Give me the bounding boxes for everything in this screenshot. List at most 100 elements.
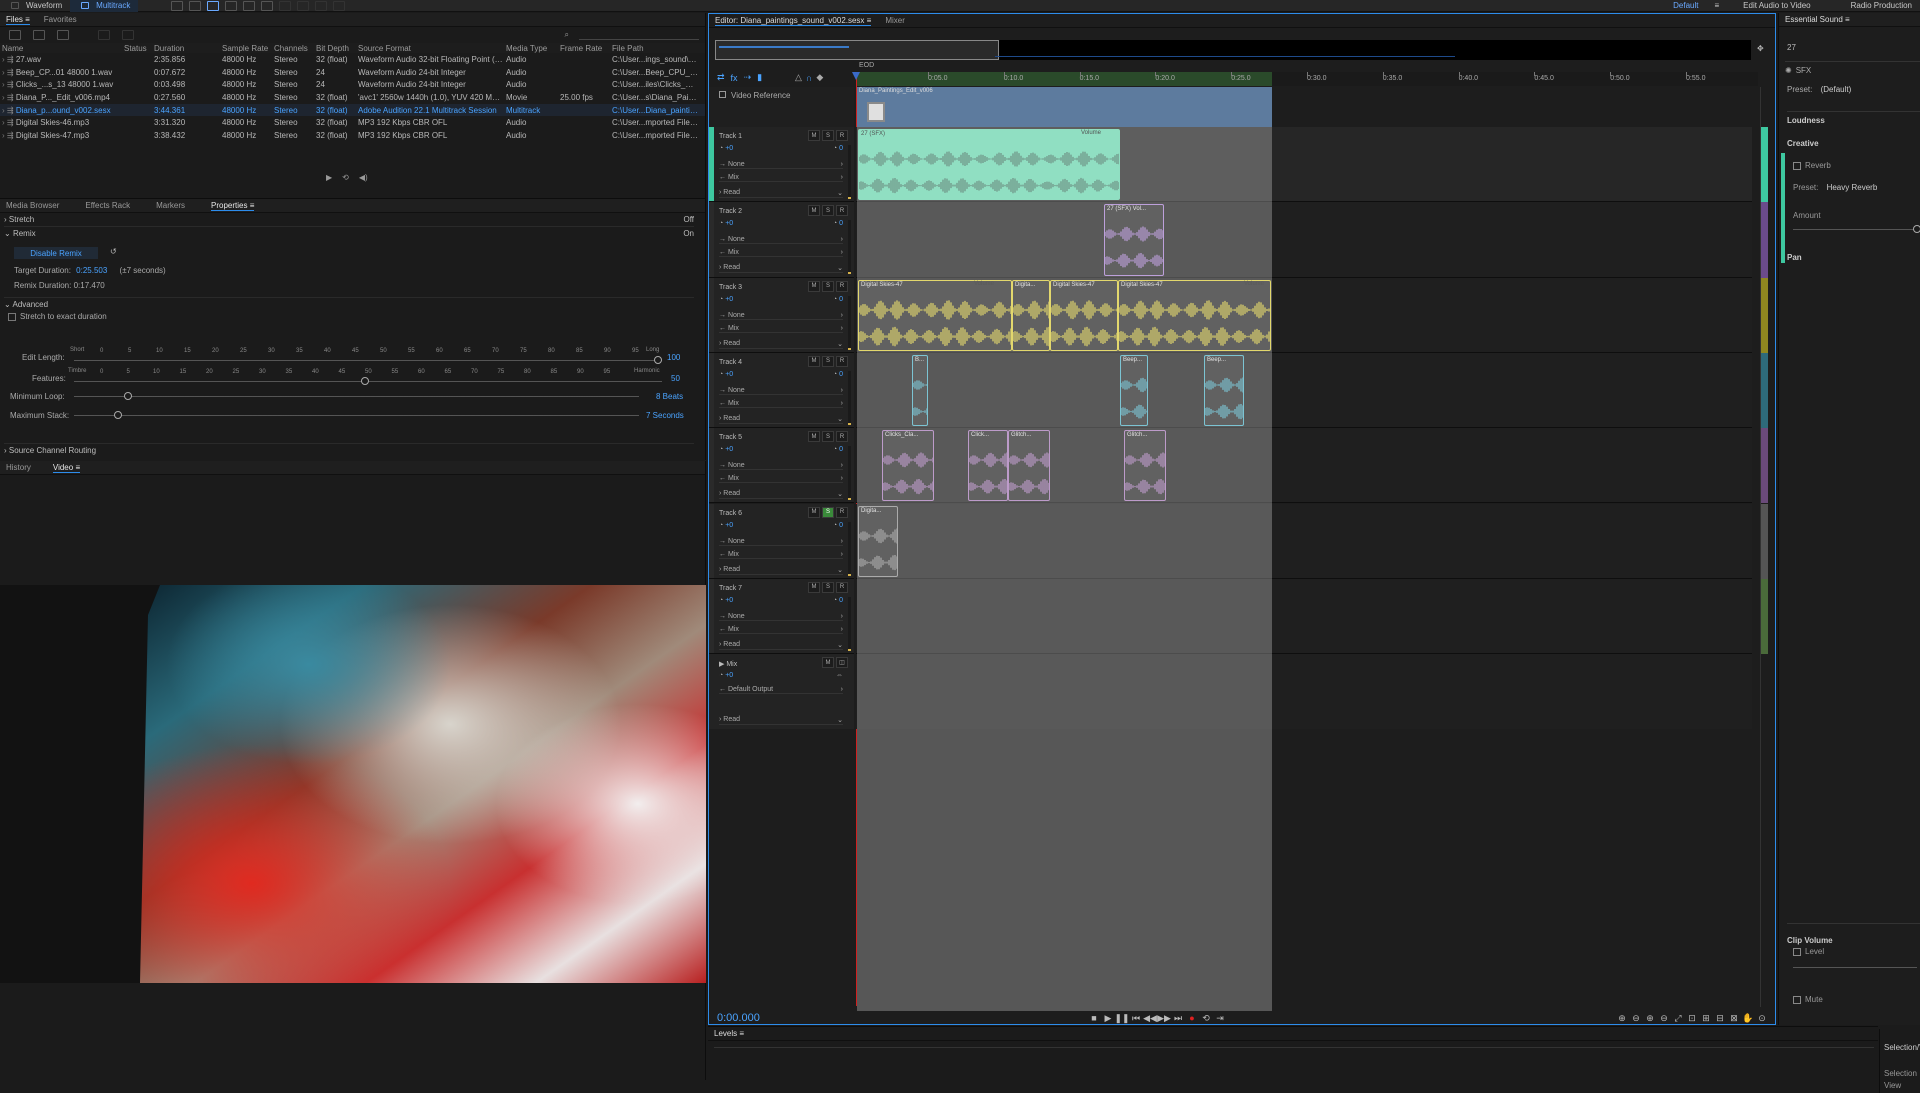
volume-knob-icon[interactable]: ◔ +0 bbox=[719, 220, 733, 227]
file-row[interactable]: › ⇶ Diana_p...ound_v002.sesx 3:44.361 4800… bbox=[0, 103, 705, 117]
timecode[interactable]: 0:00.000 bbox=[717, 1012, 1087, 1024]
track-lane[interactable] bbox=[856, 352, 1752, 429]
max-stack-knob[interactable] bbox=[114, 411, 122, 419]
pan-knob-icon[interactable]: ◔ 0 bbox=[833, 145, 843, 152]
selection-view-tab[interactable]: Selection/V bbox=[1884, 1043, 1920, 1052]
zoom-out-amplitude-icon[interactable]: ⊖ bbox=[1629, 1011, 1643, 1025]
tab-mixer[interactable]: Mixer bbox=[885, 16, 905, 25]
audio-clip[interactable]: Glitch... bbox=[1008, 430, 1050, 502]
pause-icon[interactable]: ❚❚ bbox=[1114, 1011, 1129, 1025]
session-overview[interactable] bbox=[715, 40, 1751, 60]
features-knob[interactable] bbox=[361, 377, 369, 385]
col-sample-rate[interactable]: Sample Rate bbox=[220, 44, 272, 53]
disable-remix-button[interactable]: Disable Remix bbox=[14, 247, 98, 259]
creative-section[interactable]: Creative bbox=[1787, 139, 1819, 148]
solo-button[interactable]: S bbox=[822, 506, 834, 518]
track-automation-select[interactable]: › Read ⌄ bbox=[719, 490, 843, 500]
track-output-select[interactable]: ← Mix › bbox=[719, 174, 843, 182]
audio-clip[interactable]: Digita... bbox=[858, 505, 898, 577]
zoom-in-time-icon[interactable]: ⊕ bbox=[1643, 1011, 1657, 1025]
track-name[interactable]: Track 6 bbox=[719, 510, 742, 517]
audio-clip[interactable]: 27 (SFX) Vol... bbox=[1104, 204, 1164, 276]
reverb-amount-slider[interactable] bbox=[1793, 229, 1917, 230]
track-header[interactable]: Track 5 M S R ◔ +0 ◔ 0 → None › ← Mix › › Read ⌄ bbox=[709, 428, 854, 504]
edit-length-knob[interactable] bbox=[654, 356, 662, 364]
zoom-reset-icon[interactable]: ⊙ bbox=[1755, 1011, 1769, 1025]
track-output-select[interactable]: ← Mix › bbox=[719, 626, 843, 634]
video-reference-clip[interactable]: Diana_Paintings_Edit_v006 bbox=[857, 87, 1272, 127]
track-input-select[interactable]: → None › bbox=[719, 387, 843, 395]
track-input-select[interactable]: → None › bbox=[719, 312, 843, 320]
level-checkbox[interactable] bbox=[1793, 947, 1801, 956]
level-slider[interactable] bbox=[1793, 967, 1917, 968]
col-source-format[interactable]: Source Format bbox=[356, 44, 504, 53]
play-icon[interactable]: ▶ bbox=[1101, 1011, 1115, 1025]
snap-icon[interactable]: ∩ bbox=[806, 73, 812, 83]
record-arm-button[interactable]: R bbox=[836, 355, 848, 367]
volume-knob-icon[interactable]: ◔ +0 bbox=[719, 597, 733, 604]
audio-clip[interactable]: Digital Skies-47 bbox=[858, 279, 1012, 351]
stop-icon[interactable]: ■ bbox=[1087, 1011, 1101, 1025]
go-to-end-icon[interactable]: ⏭ bbox=[1171, 1011, 1185, 1025]
audio-clip[interactable]: Clicks_Cla... bbox=[882, 430, 934, 502]
volume-knob-icon[interactable]: ◔ +0 bbox=[719, 145, 733, 152]
marquee-tool-icon[interactable] bbox=[279, 0, 292, 11]
audio-clip[interactable]: Beep... bbox=[1120, 354, 1148, 427]
track-lane[interactable] bbox=[856, 578, 1752, 655]
mix-output-select[interactable]: ← Default Output › bbox=[719, 686, 843, 695]
col-status[interactable]: Status bbox=[122, 44, 152, 53]
track-header[interactable]: Track 3 M S R ◔ +0 ◔ 0 → None › ← Mix › › Read ⌄ bbox=[709, 277, 854, 353]
file-row[interactable]: › ⇶ Clicks_...s_13 48000 1.wav 0:03.498 48… bbox=[0, 78, 705, 91]
autoplay-icon[interactable]: ◀) bbox=[359, 173, 368, 182]
fast-forward-icon[interactable]: ▶▶ bbox=[1157, 1011, 1171, 1025]
max-stack-slider[interactable] bbox=[74, 415, 639, 416]
mute-button[interactable]: M bbox=[808, 130, 820, 141]
pan-knob-icon[interactable]: ◔ 0 bbox=[833, 446, 843, 453]
track-input-select[interactable]: → None › bbox=[719, 613, 843, 621]
workspace-radio-production[interactable]: Radio Production bbox=[1843, 0, 1920, 12]
video-ref-checkbox[interactable] bbox=[719, 91, 726, 98]
rewind-icon[interactable]: ◀◀ bbox=[1143, 1011, 1157, 1025]
track-name[interactable]: Track 7 bbox=[719, 585, 742, 592]
audio-clip[interactable]: Click... bbox=[968, 430, 1008, 502]
record-arm-button[interactable]: R bbox=[836, 581, 848, 593]
tab-video[interactable]: Video ≡ bbox=[52, 463, 81, 473]
solo-button[interactable]: S bbox=[822, 280, 834, 292]
audio-clip[interactable]: Digita... bbox=[1012, 279, 1050, 351]
file-row[interactable]: › ⇶ Beep_CP...01 48000 1.wav 0:07.672 4800… bbox=[0, 66, 705, 79]
volume-knob-icon[interactable]: ◔ +0 bbox=[719, 522, 733, 529]
file-row[interactable]: › ⇶ 27.wav 2:35.856 48000 Hz Stereo 32 (floa… bbox=[0, 53, 705, 66]
stretch-exact-checkbox[interactable] bbox=[8, 312, 16, 321]
track-output-select[interactable]: ← Mix › bbox=[719, 551, 843, 559]
audio-clip[interactable]: B... bbox=[912, 354, 928, 427]
workspace-default[interactable]: Default bbox=[1665, 0, 1706, 12]
loop-icon[interactable]: ⟲ bbox=[1199, 1011, 1213, 1025]
col-frame-rate[interactable]: Frame Rate bbox=[558, 44, 610, 53]
track-name[interactable]: Track 1 bbox=[719, 133, 742, 140]
mute-button[interactable]: M bbox=[808, 205, 820, 217]
essential-type-row[interactable]: ✺ SFX bbox=[1785, 61, 1920, 75]
vertical-scrollbar[interactable] bbox=[1760, 87, 1768, 1007]
solo-button[interactable]: S bbox=[822, 205, 834, 217]
target-duration-value[interactable]: 0:25.503 bbox=[76, 266, 107, 275]
track-automation-select[interactable]: › Read ⌄ bbox=[719, 566, 843, 575]
volume-knob-icon[interactable]: ◔ +0 bbox=[719, 672, 733, 679]
search-input[interactable] bbox=[579, 30, 699, 40]
volume-knob-icon[interactable]: ◔ +0 bbox=[719, 371, 733, 378]
reset-remix-icon[interactable]: ↺ bbox=[110, 247, 117, 256]
timeline-ruler[interactable]: 0:05.0 0:10.0 0:15.0 0:20.0 0:25.0 0:30.0 0:35… bbox=[856, 72, 1758, 86]
delete-icon[interactable] bbox=[122, 30, 134, 40]
min-loop-knob[interactable] bbox=[124, 392, 132, 400]
remix-section[interactable]: ⌄ Remix On bbox=[4, 229, 694, 241]
features-value[interactable]: 50 bbox=[671, 374, 680, 383]
record-arm-button[interactable]: R bbox=[836, 506, 848, 518]
mute-button[interactable]: M bbox=[822, 657, 834, 669]
file-row[interactable]: › ⇶ Digital Skies-47.mp3 3:38.432 48000 Hz… bbox=[0, 129, 705, 142]
file-row[interactable]: › ⇶ Digital Skies-46.mp3 3:31.320 48000 Hz… bbox=[0, 116, 705, 129]
record-arm-button[interactable]: R bbox=[836, 431, 848, 443]
track-name[interactable]: Track 3 bbox=[719, 284, 742, 291]
track-output-select[interactable]: ← Mix › bbox=[719, 400, 843, 408]
zoom-out-full-icon[interactable]: ⊟ bbox=[1713, 1011, 1727, 1025]
audio-clip[interactable]: Glitch... bbox=[1124, 430, 1166, 502]
edit-length-value[interactable]: 100 bbox=[667, 353, 680, 362]
